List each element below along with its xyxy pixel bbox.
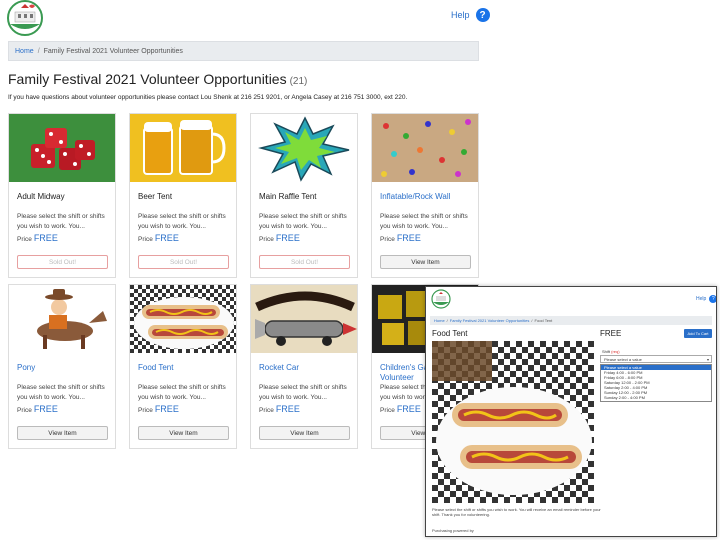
item-price: Price FREE (17, 233, 58, 243)
festival-logo[interactable] (430, 289, 452, 309)
item-card-pony[interactable]: Pony Please select the shift or shifts y… (8, 284, 116, 449)
view-item-button[interactable]: View Item (138, 426, 229, 440)
item-detail-preview: Help? Home / Family Festival 2021 Voluntee… (425, 286, 717, 537)
festival-logo[interactable] (4, 0, 46, 36)
rocket-image[interactable] (251, 285, 357, 353)
item-name: Adult Midway (17, 192, 65, 201)
help-label[interactable]: Help (451, 10, 470, 20)
breadcrumb-current: Family Festival 2021 Volunteer Opportuni… (43, 47, 183, 55)
shift-option[interactable]: Sunday 2:00 - 4:00 PM (601, 395, 711, 400)
item-description: Please select the shift or shifts you wi… (17, 384, 105, 401)
shift-options-list[interactable]: Please select a value Friday 4:00 - 6:00… (600, 364, 712, 402)
page-title: Family Festival 2021 Volunteer Opportuni… (8, 71, 307, 87)
shift-label: Shift (req) (602, 349, 620, 354)
price-value: FREE (154, 233, 179, 243)
breadcrumb-separator: / (446, 318, 448, 323)
item-name-link[interactable]: Food Tent (138, 363, 233, 373)
price-value: FREE (396, 233, 421, 243)
item-price: Price FREE (259, 404, 300, 414)
add-to-cart-button[interactable]: Add To Cart (684, 329, 712, 338)
item-count: (21) (289, 76, 308, 87)
item-price: FREE (600, 329, 622, 338)
help-link[interactable]: Help ? (451, 8, 490, 22)
shift-select-value: Please select a value (604, 356, 642, 362)
item-price: Price FREE (380, 233, 421, 243)
price-label: Price (17, 407, 32, 414)
contact-note: If you have questions about volunteer op… (8, 94, 408, 101)
hotdog-image[interactable] (130, 285, 236, 353)
help-label[interactable]: Help (696, 296, 706, 302)
breadcrumb-category-link[interactable]: Family Festival 2021 Volunteer Opportuni… (450, 318, 530, 323)
beer-image[interactable] (130, 114, 236, 182)
item-name-link[interactable]: Pony (17, 363, 112, 373)
item-card-inflatable-rock-wall[interactable]: Inflatable/Rock Wall Please select the s… (371, 113, 479, 278)
price-label: Price (138, 236, 153, 243)
item-card-beer-tent[interactable]: Beer Tent Please select the shift or shi… (129, 113, 237, 278)
item-title: Food Tent (432, 329, 468, 338)
pony-image[interactable] (9, 285, 115, 353)
price-value: FREE (275, 233, 300, 243)
item-name: Beer Tent (138, 192, 173, 201)
shift-label-text: Shift (602, 349, 611, 354)
price-value: FREE (154, 404, 179, 414)
item-description: Please select the shift or shifts you wi… (380, 213, 468, 230)
sold-out-button[interactable]: Sold Out! (259, 255, 350, 269)
breadcrumb-separator: / (531, 318, 533, 323)
breadcrumb: Home / Family Festival 2021 Volunteer Op… (8, 41, 479, 61)
price-label: Price (259, 236, 274, 243)
raffle-image[interactable] (251, 114, 357, 182)
price-value: FREE (275, 404, 300, 414)
item-description: Please select the shift or shifts you wi… (259, 384, 347, 401)
price-label: Price (138, 407, 153, 414)
item-card-rocket-car[interactable]: Rocket Car Please select the shift or sh… (250, 284, 358, 449)
breadcrumb: Home / Family Festival 2021 Volunteer Oppo… (430, 316, 712, 325)
item-name-link[interactable]: Rocket Car (259, 363, 354, 373)
item-description: Please select the shift or shifts you wi… (432, 507, 601, 517)
chevron-down-icon: ▾ (706, 356, 709, 362)
item-price: Price FREE (17, 404, 58, 414)
breadcrumb-separator: / (37, 47, 40, 55)
powered-by-footer: Purchasing powered by (432, 528, 474, 533)
breadcrumb-home-link[interactable]: Home (15, 48, 34, 55)
help-icon[interactable]: ? (709, 295, 716, 303)
rock-wall-image[interactable] (372, 114, 478, 182)
item-name: Main Raffle Tent (259, 192, 317, 201)
page-title-text: Family Festival 2021 Volunteer Opportuni… (8, 71, 287, 87)
price-value: FREE (396, 404, 421, 414)
help-icon[interactable]: ? (475, 8, 490, 22)
item-price: Price FREE (138, 233, 179, 243)
item-card-adult-midway[interactable]: Adult Midway Please select the shift or … (8, 113, 116, 278)
price-label: Price (380, 236, 395, 243)
price-label: Price (259, 407, 274, 414)
item-name-link[interactable]: Inflatable/Rock Wall (380, 192, 475, 202)
sold-out-button[interactable]: Sold Out! (138, 255, 229, 269)
view-item-button[interactable]: View Item (380, 255, 471, 269)
required-mark: (req) (611, 349, 620, 354)
price-label: Price (17, 236, 32, 243)
shift-select[interactable]: Please select a value ▾ (600, 355, 712, 363)
sold-out-button[interactable]: Sold Out! (17, 255, 108, 269)
item-description: Please select the shift or shifts you wi… (138, 213, 226, 230)
breadcrumb-home-link[interactable]: Home (434, 318, 445, 323)
item-description: Please select the shift or shifts you wi… (259, 213, 347, 230)
item-description: Please select the shift or shifts you wi… (138, 384, 226, 401)
item-price: Price FREE (138, 404, 179, 414)
view-item-button[interactable]: View Item (259, 426, 350, 440)
view-item-button[interactable]: View Item (17, 426, 108, 440)
price-value: FREE (33, 404, 58, 414)
price-label: Price (380, 407, 395, 414)
item-price: Price FREE (259, 233, 300, 243)
item-price: Price FREE (380, 404, 421, 414)
item-card-food-tent[interactable]: Food Tent Please select the shift or shi… (129, 284, 237, 449)
item-card-main-raffle-tent[interactable]: Main Raffle Tent Please select the shift… (250, 113, 358, 278)
help-link[interactable]: Help? (696, 295, 716, 303)
dice-image[interactable] (9, 114, 115, 182)
breadcrumb-current: Food Tent (534, 318, 553, 323)
item-description: Please select the shift or shifts you wi… (17, 213, 105, 230)
hotdog-image (432, 341, 594, 503)
price-value: FREE (33, 233, 58, 243)
